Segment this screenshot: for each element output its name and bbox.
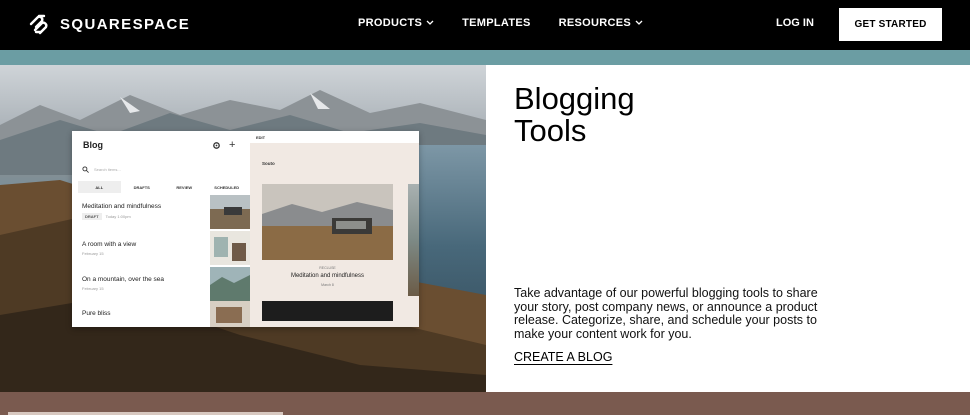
post-thumbnail <box>210 195 250 229</box>
post-date: February 15 <box>82 286 104 291</box>
app-tab-drafts: DRAFTS <box>133 184 150 190</box>
status-badge: DRAFT <box>82 213 102 220</box>
page-title: Blogging Tools <box>514 83 734 147</box>
squarespace-logo-icon <box>29 14 48 35</box>
post-meta: DRAFT Today 1:00pm <box>82 213 212 220</box>
preview-post-date: March 8 <box>321 283 334 287</box>
blog-editor-mockup: Blog + Search items... ALL DRAFTS REVIEW… <box>72 131 419 327</box>
list-item: Pure bliss <box>82 310 212 317</box>
post-title: On a mountain, over the sea <box>82 276 165 283</box>
list-item: On a mountain, over the sea February 15 <box>82 276 212 291</box>
page-title-line-1: Blogging <box>514 81 635 116</box>
preview-dark-block <box>262 301 393 321</box>
featured-image <box>262 184 393 260</box>
post-title: A room with a view <box>82 241 137 248</box>
login-link[interactable]: LOG IN <box>776 17 814 29</box>
app-blog-title: Blog <box>83 140 103 150</box>
search-icon <box>82 165 89 173</box>
post-date: February 15 <box>82 251 104 256</box>
edit-bar: EDIT <box>250 131 419 143</box>
post-category: RECLUSE <box>319 266 336 270</box>
site-name: Souto <box>262 161 275 166</box>
app-search-placeholder: Search items... <box>94 166 121 172</box>
post-thumbnail <box>210 231 250 265</box>
post-preview-panel: EDIT Souto RECLUSE Meditation and mindfu… <box>250 131 419 327</box>
post-thumbnail <box>210 301 250 327</box>
app-search-field: Search items... <box>82 164 202 174</box>
nav-templates-label: TEMPLATES <box>462 17 531 29</box>
nav-resources-label: RESOURCES <box>558 17 632 29</box>
top-nav: SQUARESPACE PRODUCTS TEMPLATES RESOURCES… <box>0 0 970 50</box>
blog-post-list-panel: Blog + Search items... ALL DRAFTS REVIEW… <box>72 131 250 327</box>
feature-content: Blogging Tools Take advantage of our pow… <box>486 65 970 392</box>
accent-band <box>0 50 970 65</box>
preview-side-image <box>408 184 419 296</box>
brand-logo[interactable]: SQUARESPACE <box>28 13 190 35</box>
preview-post-title: Meditation and mindfulness <box>290 273 365 279</box>
app-tab-scheduled: SCHEDULED <box>214 184 240 190</box>
page-title-line-2: Tools <box>514 113 587 148</box>
nav-products-label: PRODUCTS <box>358 17 423 29</box>
list-item: A room with a view February 15 <box>82 241 212 256</box>
chevron-down-icon <box>426 20 434 25</box>
brand-name: SQUARESPACE <box>60 15 191 33</box>
nav-templates[interactable]: TEMPLATES <box>462 17 531 29</box>
post-meta: February 15 <box>82 286 212 291</box>
post-thumbnail <box>210 267 250 301</box>
feature-description: Take advantage of our powerful blogging … <box>514 286 818 341</box>
gear-icon <box>213 142 220 149</box>
hero-background-image: Blog + Search items... ALL DRAFTS REVIEW… <box>0 65 486 392</box>
app-tab-review: REVIEW <box>176 184 193 190</box>
app-tabs: ALL DRAFTS REVIEW SCHEDULED <box>78 181 248 193</box>
next-section-band <box>0 392 970 415</box>
get-started-button[interactable]: GET STARTED <box>839 8 942 41</box>
nav-resources[interactable]: RESOURCES <box>559 17 643 29</box>
create-blog-link[interactable]: CREATE A BLOG <box>514 350 612 364</box>
post-date: Today 1:00pm <box>105 214 131 219</box>
post-meta: February 15 <box>82 251 212 256</box>
app-tab-all: ALL <box>78 181 121 193</box>
list-item: Meditation and mindfulness DRAFT Today 1… <box>82 203 212 220</box>
post-title: Pure bliss <box>82 310 111 317</box>
primary-nav: PRODUCTS TEMPLATES RESOURCES <box>358 17 643 29</box>
chevron-down-icon <box>635 20 643 25</box>
nav-products[interactable]: PRODUCTS <box>358 17 434 29</box>
post-title: Meditation and mindfulness <box>82 203 162 210</box>
plus-icon: + <box>229 139 236 151</box>
